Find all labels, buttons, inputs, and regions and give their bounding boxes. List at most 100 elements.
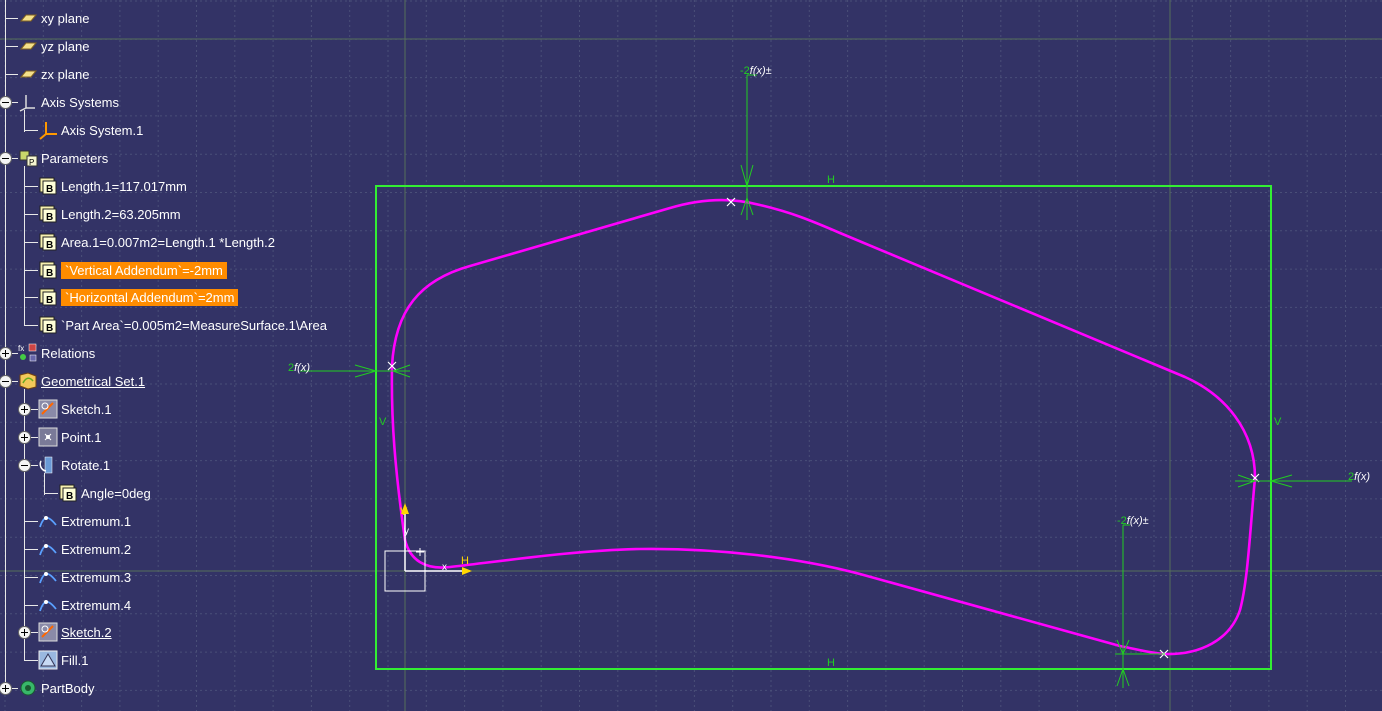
tree-item-label: Parameters	[41, 150, 109, 166]
dimension-bottom[interactable]	[1115, 524, 1165, 688]
extremum-icon	[38, 539, 58, 559]
tree-item-label: Length.1=117.017mm	[61, 178, 187, 194]
tree-expander[interactable]	[19, 432, 30, 443]
tree-item[interactable]: Extremum.4	[38, 594, 131, 616]
sketch-axis[interactable]: H V x y	[384, 503, 472, 592]
tree-item[interactable]: yz plane	[18, 35, 89, 57]
tree-expander[interactable]	[0, 376, 11, 387]
plane-icon	[18, 36, 38, 56]
point-icon	[38, 427, 58, 447]
tree-item[interactable]: Fill.1	[38, 649, 88, 671]
axis-systems-icon	[18, 92, 38, 112]
geometrical-set-icon	[18, 371, 38, 391]
bounding-rectangle[interactable]	[375, 185, 1272, 670]
tree-item[interactable]: B Angle=0deg	[58, 482, 151, 504]
tree-expander[interactable]	[0, 153, 11, 164]
tree-item-label: Rotate.1	[61, 457, 111, 473]
tree-expander[interactable]	[0, 683, 11, 694]
tree-item[interactable]: Point.1	[38, 426, 101, 448]
tree-item[interactable]: B `Horizontal Addendum`=2mm	[38, 286, 239, 308]
tree-item[interactable]: B `Part Area`=0.005m2=MeasureSurface.1\Ar…	[38, 314, 327, 336]
tree-item-label: Area.1=0.007m2=Length.1 *Length.2	[61, 234, 275, 250]
tree-item[interactable]: xy plane	[18, 7, 89, 29]
svg-text:B: B	[46, 323, 53, 334]
plane-icon	[18, 8, 38, 28]
parameter-icon: B	[38, 315, 58, 335]
tree-item[interactable]: Axis Systems	[18, 91, 119, 113]
tree-item[interactable]: B Length.1=117.017mm	[38, 175, 187, 197]
tree-expander[interactable]	[19, 627, 30, 638]
extremum-icon	[38, 595, 58, 615]
tree-item-label: Angle=0deg	[81, 485, 151, 501]
tree-item[interactable]: Geometrical Set.1	[18, 370, 145, 392]
tree-item-label: Extremum.4	[61, 597, 132, 613]
plane-icon	[18, 64, 38, 84]
tree-item[interactable]: B `Vertical Addendum`=-2mm	[38, 259, 227, 281]
bbox-right-v-label: V	[1274, 416, 1282, 428]
dimension-top[interactable]	[740, 74, 757, 220]
dim-bottom-label[interactable]: -2f(x)±	[1117, 515, 1149, 527]
parameter-icon: B	[38, 232, 58, 252]
svg-text:B: B	[46, 295, 53, 306]
svg-text:B: B	[66, 491, 73, 502]
svg-text:fx: fx	[18, 344, 24, 353]
tree-item-label: Relations	[41, 345, 96, 361]
svg-text:B: B	[46, 184, 53, 195]
constraint-labels: H H V V	[379, 174, 1282, 669]
rotate-icon	[38, 455, 58, 475]
tree-item-label: Geometrical Set.1	[41, 373, 146, 389]
tree-item-label: Fill.1	[61, 652, 89, 668]
svg-text:P: P	[29, 158, 34, 167]
tree-item[interactable]: zx plane	[18, 63, 89, 85]
fill-icon	[38, 650, 58, 670]
tree-item-label: zx plane	[41, 66, 90, 82]
tree-item[interactable]: P Parameters	[18, 147, 108, 169]
sketch-icon	[38, 622, 58, 642]
svg-text:B: B	[46, 268, 53, 279]
tree-item-label: Sketch.2	[61, 624, 112, 640]
axis-x-label: x	[442, 562, 447, 573]
tree-item[interactable]: Rotate.1	[38, 454, 110, 476]
extremum-points[interactable]	[387, 197, 1260, 659]
tree-item-label: Extremum.1	[61, 513, 132, 529]
tree-item[interactable]: Sketch.2	[38, 621, 112, 643]
parameter-icon: B	[38, 204, 58, 224]
tree-item-label: `Vertical Addendum`=-2mm	[61, 261, 227, 279]
bbox-left-v-label: V	[379, 416, 387, 428]
tree-expander[interactable]	[19, 460, 30, 471]
dim-right-label[interactable]: 2f(x)	[1348, 471, 1370, 483]
bbox-bottom-h-label: H	[827, 657, 835, 669]
partbody-icon	[18, 678, 38, 698]
specification-tree: xy plane yz plane zx plane Axis Systems Axis…	[0, 0, 360, 711]
tree-item[interactable]: fx Relations	[18, 342, 95, 364]
svg-text:B: B	[46, 240, 53, 251]
tree-item-label: xy plane	[41, 10, 90, 26]
parameter-icon: B	[58, 483, 78, 503]
tree-item-label: `Horizontal Addendum`=2mm	[61, 288, 239, 306]
profile-curve[interactable]	[390, 198, 1257, 656]
tree-expander[interactable]	[0, 97, 11, 108]
dim-top-label[interactable]: -2f(x)±	[740, 65, 772, 77]
tree-item[interactable]: Extremum.2	[38, 538, 131, 560]
bbox-top-h-label: H	[827, 174, 835, 186]
tree-item-label: Axis System.1	[61, 122, 144, 138]
tree-item-label: Point.1	[61, 429, 102, 445]
tree-item[interactable]: PartBody	[18, 677, 94, 699]
axis-y-label: y	[404, 526, 409, 537]
tree-item[interactable]: Sketch.1	[38, 398, 112, 420]
dimension-labels: -2f(x)± 2f(x) 2f(x) -2f(x)±	[288, 65, 1370, 527]
tree-item[interactable]: Axis System.1	[38, 119, 143, 141]
tree-item[interactable]: B Area.1=0.007m2=Length.1 *Length.2	[38, 231, 275, 253]
tree-item-label: Axis Systems	[41, 94, 120, 110]
tree-item-label: Sketch.1	[61, 401, 112, 417]
tree-item[interactable]: Extremum.1	[38, 510, 131, 532]
tree-expander[interactable]	[0, 348, 11, 359]
relations-icon: fx	[18, 343, 38, 363]
parameter-icon: B	[38, 260, 58, 280]
tree-item[interactable]: Extremum.3	[38, 566, 131, 588]
dimension-right[interactable]	[1235, 474, 1352, 488]
tree-expander[interactable]	[19, 404, 30, 415]
tree-item-label: Extremum.2	[61, 541, 132, 557]
axis-system-icon	[38, 120, 58, 140]
tree-item[interactable]: B Length.2=63.205mm	[38, 203, 181, 225]
